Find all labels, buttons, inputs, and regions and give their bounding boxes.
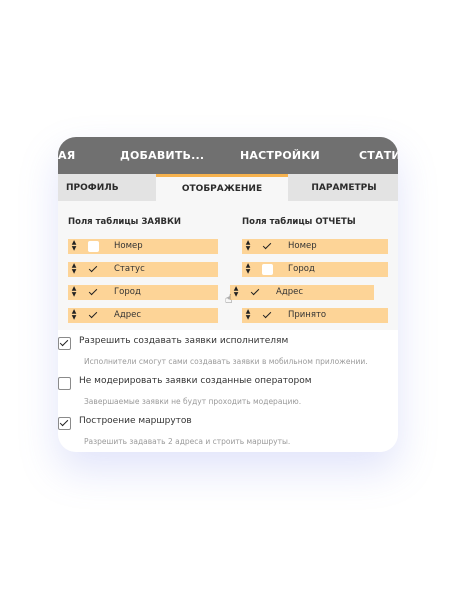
sort-arrows-icon[interactable]: ▲ ▼ [245, 240, 251, 253]
reports-field-row[interactable]: ▲ ▼ Номер [242, 239, 388, 254]
field-label: Адрес [114, 310, 141, 320]
nav-item-settings[interactable]: НАСТРОЙКИ [240, 149, 320, 162]
hand-cursor-icon: ☝ [225, 292, 233, 306]
option-checkbox[interactable] [58, 417, 71, 430]
sort-arrows-icon[interactable]: ▲ ▼ [71, 263, 77, 276]
sort-arrows-icon[interactable]: ▲ ▼ [245, 263, 251, 276]
option-description: Разрешить задавать 2 адреса и строить ма… [84, 437, 291, 446]
reports-table-title: Поля таблицы ОТЧЕТЫ [242, 217, 356, 227]
requests-field-row[interactable]: ▲ ▼ Город [68, 285, 218, 300]
option-description: Исполнители смогут сами создавать заявки… [84, 357, 368, 366]
field-checkbox[interactable] [88, 241, 99, 252]
field-label: Город [288, 264, 315, 274]
tab-display[interactable]: ОТОБРАЖЕНИЕ [156, 174, 288, 201]
field-checkbox[interactable] [262, 310, 273, 321]
options-panel: Разрешить создавать заявки исполнителям … [58, 330, 398, 452]
requests-table-title: Поля таблицы ЗАЯВКИ [68, 217, 182, 227]
reports-field-row[interactable]: ▲ ▼ Город [242, 262, 388, 277]
reports-field-row-dragging[interactable]: ▲ ▼ Адрес [230, 285, 374, 300]
field-label: Город [114, 287, 141, 297]
tab-parameters[interactable]: ПАРАМЕТРЫ [290, 174, 398, 201]
field-checkbox[interactable] [262, 241, 273, 252]
settings-tabs: ПРОФИЛЬ ОТОБРАЖЕНИЕ ПАРАМЕТРЫ [58, 174, 398, 201]
field-checkbox[interactable] [88, 287, 99, 298]
option-label: Не модерировать заявки созданные операто… [79, 376, 312, 386]
top-navigation: АЯ ДОБАВИТЬ... НАСТРОЙКИ СТАТИ [58, 137, 398, 174]
sort-arrows-icon[interactable]: ▲ ▼ [71, 240, 77, 253]
option-label: Построение маршрутов [79, 416, 192, 426]
sort-arrows-icon[interactable]: ▲ ▼ [245, 309, 251, 322]
field-label: Номер [288, 241, 317, 251]
tab-profile[interactable]: ПРОФИЛЬ [58, 174, 154, 201]
field-label: Адрес [276, 287, 303, 297]
field-label: Принято [288, 310, 327, 320]
field-checkbox[interactable] [88, 310, 99, 321]
field-label: Номер [114, 241, 143, 251]
requests-field-row[interactable]: ▲ ▼ Адрес [68, 308, 218, 323]
nav-item-add[interactable]: ДОБАВИТЬ... [120, 149, 204, 162]
option-checkbox[interactable] [58, 337, 71, 350]
field-checkbox[interactable] [88, 264, 99, 275]
requests-field-row[interactable]: ▲ ▼ Номер [68, 239, 218, 254]
field-label: Статус [114, 264, 145, 274]
sort-arrows-icon[interactable]: ▲ ▼ [71, 309, 77, 322]
option-description: Завершаемые заявки не будут проходить мо… [84, 397, 302, 406]
sort-arrows-icon[interactable]: ▲ ▼ [71, 286, 77, 299]
nav-item-statistics-partial[interactable]: СТАТИ [359, 149, 398, 162]
option-label: Разрешить создавать заявки исполнителям [79, 336, 289, 346]
nav-item-partial-left[interactable]: АЯ [58, 149, 75, 162]
field-checkbox[interactable] [262, 264, 273, 275]
reports-field-row[interactable]: ▲ ▼ Принято [242, 308, 388, 323]
requests-field-row[interactable]: ▲ ▼ Статус [68, 262, 218, 277]
field-checkbox[interactable] [250, 287, 261, 298]
option-checkbox[interactable] [58, 377, 71, 390]
